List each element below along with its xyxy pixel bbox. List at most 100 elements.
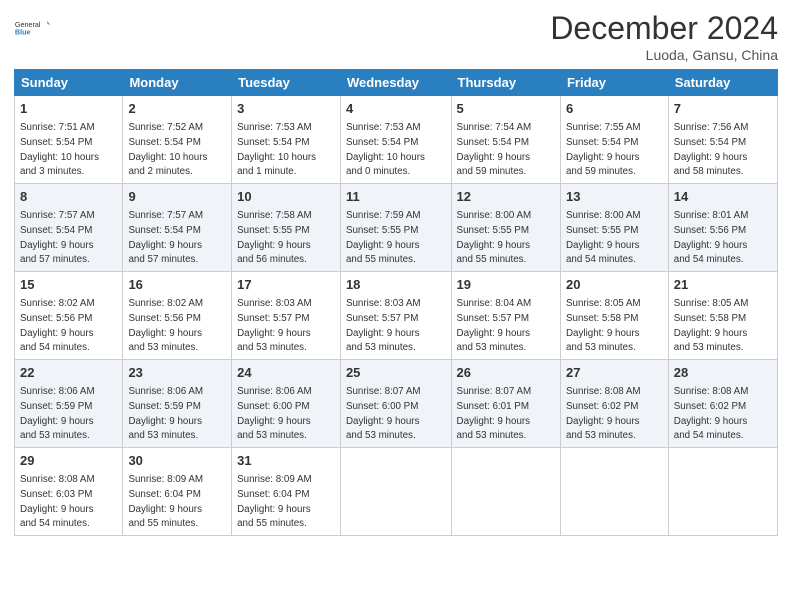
- day-info: Sunrise: 7:54 AM Sunset: 5:54 PM Dayligh…: [457, 122, 532, 177]
- day-number: 3: [237, 100, 335, 118]
- week-row-4: 22 Sunrise: 8:06 AM Sunset: 5:59 PM Dayli…: [15, 360, 778, 448]
- day-cell: 27Sunrise: 8:08 AM Sunset: 6:02 PM Dayli…: [560, 360, 668, 448]
- day-number: 25: [346, 364, 446, 382]
- day-number: 19: [457, 276, 555, 294]
- day-info: Sunrise: 8:07 AM Sunset: 6:00 PM Dayligh…: [346, 386, 421, 441]
- day-info: Sunrise: 8:01 AM Sunset: 5:56 PM Dayligh…: [674, 210, 749, 265]
- weekday-header-sunday: Sunday: [15, 70, 123, 96]
- day-number: 21: [674, 276, 772, 294]
- day-cell: 9Sunrise: 7:57 AM Sunset: 5:54 PM Daylig…: [123, 184, 232, 272]
- weekday-header-tuesday: Tuesday: [232, 70, 341, 96]
- day-cell: 6Sunrise: 7:55 AM Sunset: 5:54 PM Daylig…: [560, 96, 668, 184]
- day-cell: 18Sunrise: 8:03 AM Sunset: 5:57 PM Dayli…: [340, 272, 451, 360]
- day-cell: 17Sunrise: 8:03 AM Sunset: 5:57 PM Dayli…: [232, 272, 341, 360]
- day-info: Sunrise: 8:02 AM Sunset: 5:56 PM Dayligh…: [128, 298, 203, 353]
- day-number: 9: [128, 188, 226, 206]
- day-cell: 29 Sunrise: 8:08 AM Sunset: 6:03 PM Dayli…: [15, 448, 123, 536]
- day-cell: 19 Sunrise: 8:04 AM Sunset: 5:57 PM Dayli…: [451, 272, 560, 360]
- weekday-header-row: SundayMondayTuesdayWednesdayThursdayFrid…: [15, 70, 778, 96]
- day-cell: [668, 448, 777, 536]
- week-row-3: 15 Sunrise: 8:02 AM Sunset: 5:56 PM Dayli…: [15, 272, 778, 360]
- calendar-body: 1Sunrise: 7:51 AM Sunset: 5:54 PM Daylig…: [15, 96, 778, 536]
- day-cell: 7 Sunrise: 7:56 AM Sunset: 5:54 PM Daylig…: [668, 96, 777, 184]
- day-info: Sunrise: 8:06 AM Sunset: 6:00 PM Dayligh…: [237, 386, 312, 441]
- day-number: 16: [128, 276, 226, 294]
- day-cell: [560, 448, 668, 536]
- day-info: Sunrise: 7:53 AM Sunset: 5:54 PM Dayligh…: [237, 122, 316, 177]
- day-number: 8: [20, 188, 117, 206]
- day-info: Sunrise: 8:00 AM Sunset: 5:55 PM Dayligh…: [566, 210, 641, 265]
- week-row-2: 8 Sunrise: 7:57 AM Sunset: 5:54 PM Daylig…: [15, 184, 778, 272]
- day-info: Sunrise: 8:05 AM Sunset: 5:58 PM Dayligh…: [674, 298, 749, 353]
- day-number: 2: [128, 100, 226, 118]
- day-cell: 13 Sunrise: 8:00 AM Sunset: 5:55 PM Dayli…: [560, 184, 668, 272]
- title-block: December 2024 Luoda, Gansu, China: [550, 10, 778, 63]
- day-number: 26: [457, 364, 555, 382]
- day-number: 13: [566, 188, 663, 206]
- day-number: 29: [20, 452, 117, 470]
- day-number: 11: [346, 188, 446, 206]
- day-cell: 31Sunrise: 8:09 AM Sunset: 6:04 PM Dayli…: [232, 448, 341, 536]
- weekday-header-saturday: Saturday: [668, 70, 777, 96]
- day-cell: 21 Sunrise: 8:05 AM Sunset: 5:58 PM Dayli…: [668, 272, 777, 360]
- day-cell: 5Sunrise: 7:54 AM Sunset: 5:54 PM Daylig…: [451, 96, 560, 184]
- day-info: Sunrise: 8:03 AM Sunset: 5:57 PM Dayligh…: [346, 298, 421, 353]
- week-row-1: 1Sunrise: 7:51 AM Sunset: 5:54 PM Daylig…: [15, 96, 778, 184]
- day-number: 23: [128, 364, 226, 382]
- day-cell: 22Sunrise: 8:06 AM Sunset: 5:59 PM Dayli…: [15, 360, 123, 448]
- day-cell: [340, 448, 451, 536]
- day-cell: 16 Sunrise: 8:02 AM Sunset: 5:56 PM Dayli…: [123, 272, 232, 360]
- day-info: Sunrise: 7:56 AM Sunset: 5:54 PM Dayligh…: [674, 122, 749, 177]
- day-cell: [451, 448, 560, 536]
- day-number: 15: [20, 276, 117, 294]
- day-info: Sunrise: 7:52 AM Sunset: 5:54 PM Dayligh…: [128, 122, 207, 177]
- day-info: Sunrise: 8:08 AM Sunset: 6:03 PM Dayligh…: [20, 474, 95, 529]
- day-number: 22: [20, 364, 117, 382]
- day-info: Sunrise: 8:04 AM Sunset: 5:57 PM Dayligh…: [457, 298, 532, 353]
- day-cell: 24 Sunrise: 8:06 AM Sunset: 6:00 PM Dayli…: [232, 360, 341, 448]
- day-number: 1: [20, 100, 117, 118]
- logo-svg: General Blue: [14, 10, 50, 46]
- weekday-header-thursday: Thursday: [451, 70, 560, 96]
- page-container: General Blue December 2024 Luoda, Gansu,…: [0, 0, 792, 546]
- day-cell: 11Sunrise: 7:59 AM Sunset: 5:55 PM Dayli…: [340, 184, 451, 272]
- month-title: December 2024: [550, 10, 778, 47]
- day-info: Sunrise: 7:57 AM Sunset: 5:54 PM Dayligh…: [20, 210, 95, 265]
- day-number: 30: [128, 452, 226, 470]
- day-info: Sunrise: 8:00 AM Sunset: 5:55 PM Dayligh…: [457, 210, 532, 265]
- day-number: 10: [237, 188, 335, 206]
- day-cell: 20Sunrise: 8:05 AM Sunset: 5:58 PM Dayli…: [560, 272, 668, 360]
- day-info: Sunrise: 8:08 AM Sunset: 6:02 PM Dayligh…: [674, 386, 749, 441]
- day-info: Sunrise: 7:58 AM Sunset: 5:55 PM Dayligh…: [237, 210, 312, 265]
- day-info: Sunrise: 8:08 AM Sunset: 6:02 PM Dayligh…: [566, 386, 641, 441]
- day-number: 4: [346, 100, 446, 118]
- svg-text:Blue: Blue: [15, 27, 31, 36]
- day-info: Sunrise: 8:06 AM Sunset: 5:59 PM Dayligh…: [128, 386, 203, 441]
- day-number: 7: [674, 100, 772, 118]
- day-cell: 4 Sunrise: 7:53 AM Sunset: 5:54 PM Daylig…: [340, 96, 451, 184]
- day-cell: 15Sunrise: 8:02 AM Sunset: 5:56 PM Dayli…: [15, 272, 123, 360]
- weekday-header-friday: Friday: [560, 70, 668, 96]
- weekday-header-wednesday: Wednesday: [340, 70, 451, 96]
- day-number: 12: [457, 188, 555, 206]
- day-cell: 28Sunrise: 8:08 AM Sunset: 6:02 PM Dayli…: [668, 360, 777, 448]
- weekday-header-monday: Monday: [123, 70, 232, 96]
- day-cell: 8 Sunrise: 7:57 AM Sunset: 5:54 PM Daylig…: [15, 184, 123, 272]
- logo: General Blue: [14, 10, 50, 46]
- day-cell: 30 Sunrise: 8:09 AM Sunset: 6:04 PM Dayli…: [123, 448, 232, 536]
- day-number: 6: [566, 100, 663, 118]
- day-info: Sunrise: 8:09 AM Sunset: 6:04 PM Dayligh…: [237, 474, 312, 529]
- day-info: Sunrise: 7:53 AM Sunset: 5:54 PM Dayligh…: [346, 122, 425, 177]
- day-cell: 14Sunrise: 8:01 AM Sunset: 5:56 PM Dayli…: [668, 184, 777, 272]
- day-cell: 26 Sunrise: 8:07 AM Sunset: 6:01 PM Dayli…: [451, 360, 560, 448]
- day-info: Sunrise: 8:07 AM Sunset: 6:01 PM Dayligh…: [457, 386, 532, 441]
- header: General Blue December 2024 Luoda, Gansu,…: [14, 10, 778, 63]
- calendar-table: SundayMondayTuesdayWednesdayThursdayFrid…: [14, 69, 778, 536]
- day-cell: 10 Sunrise: 7:58 AM Sunset: 5:55 PM Dayli…: [232, 184, 341, 272]
- day-info: Sunrise: 8:09 AM Sunset: 6:04 PM Dayligh…: [128, 474, 203, 529]
- day-cell: 3 Sunrise: 7:53 AM Sunset: 5:54 PM Daylig…: [232, 96, 341, 184]
- day-cell: 2 Sunrise: 7:52 AM Sunset: 5:54 PM Daylig…: [123, 96, 232, 184]
- day-number: 24: [237, 364, 335, 382]
- day-cell: 12 Sunrise: 8:00 AM Sunset: 5:55 PM Dayli…: [451, 184, 560, 272]
- day-info: Sunrise: 8:05 AM Sunset: 5:58 PM Dayligh…: [566, 298, 641, 353]
